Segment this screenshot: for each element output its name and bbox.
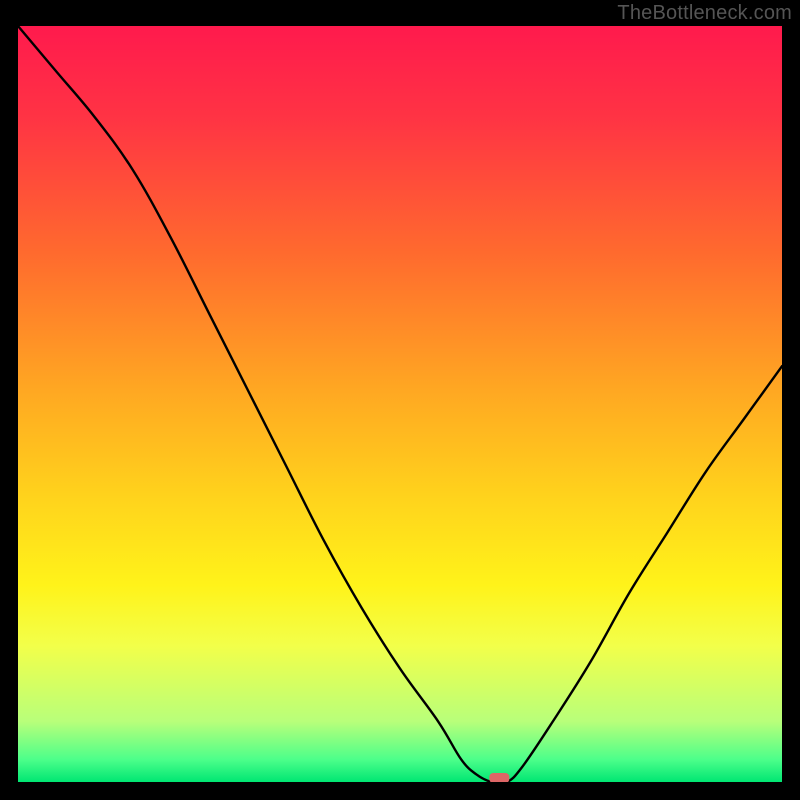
watermark-text: TheBottleneck.com (617, 2, 792, 25)
plot-svg (18, 26, 782, 782)
minimum-marker (489, 773, 509, 782)
chart-frame: TheBottleneck.com (0, 0, 800, 800)
plot-area (18, 26, 782, 782)
